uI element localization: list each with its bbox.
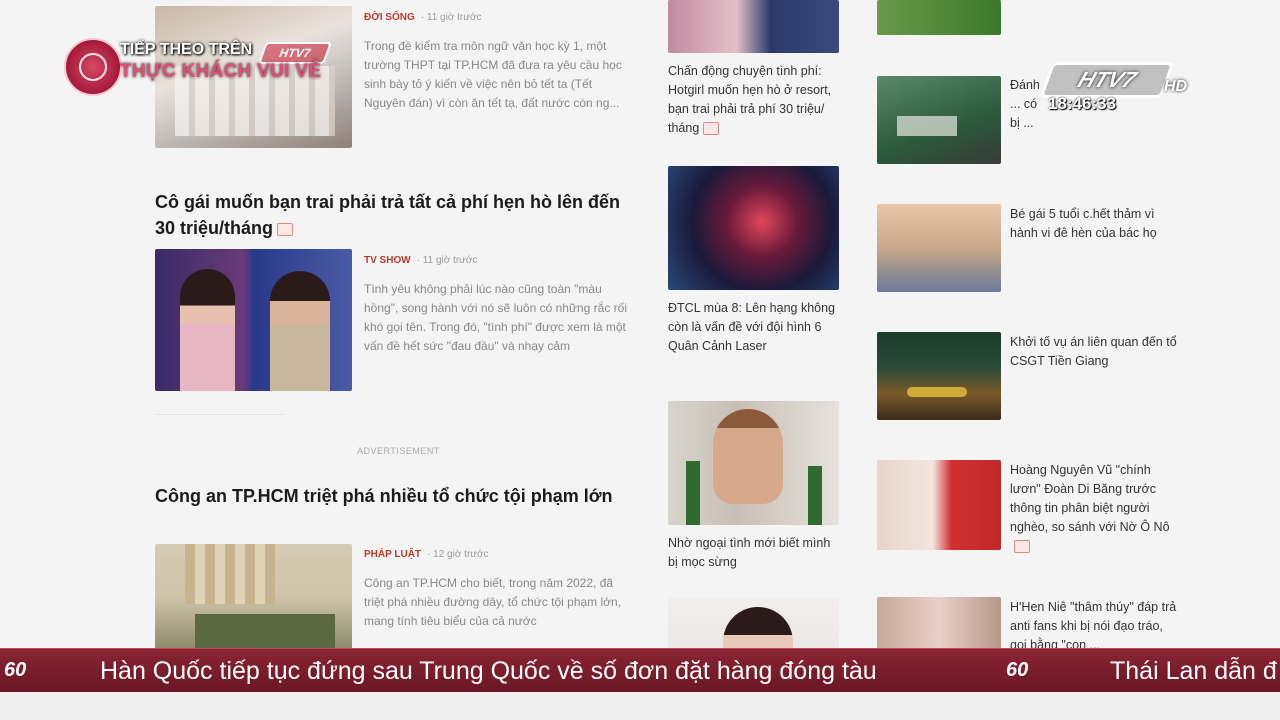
advertisement-label: ADVERTISEMENT [357,446,440,456]
article-title[interactable]: Cô gái muốn bạn trai phải trả tất cả phí… [155,189,625,241]
article-thumbnail[interactable] [877,204,1001,292]
bottom-strip [0,692,1280,720]
article-title[interactable]: Nhờ ngoại tình mới biết mình bị mọc sừng [668,534,838,572]
next-program-title: THỰC KHÁCH VUI VẺ [120,61,322,82]
article-meta: ĐỜI SỐNG · 11 giờ trước [364,12,482,23]
news-ticker: 60 Hàn Quốc tiếp tục đứng sau Trung Quốc… [0,648,1280,693]
article-thumbnail[interactable] [668,0,839,53]
article-meta: PHÁP LUẬT · 12 giờ trước [364,549,489,560]
next-program-label: TIẾP THEO TRÊN [120,41,253,58]
hd-badge: HD [1164,78,1188,95]
article-thumbnail[interactable] [668,401,839,525]
article-title[interactable]: Bé gái 5 tuổi c.hết thảm vì hành vi đê h… [1010,205,1180,243]
article-thumbnail[interactable] [155,544,352,650]
photo-icon [703,122,720,136]
article-thumbnail[interactable] [877,332,1001,420]
article-category[interactable]: ĐỜI SỐNG [364,12,415,23]
article-thumbnail[interactable] [155,249,352,391]
article-meta: TV SHOW · 11 giờ trước [364,255,478,266]
article-title[interactable]: Chấn động chuyện tình phí: Hotgirl muốn … [668,62,843,138]
program-logo-icon [64,38,122,96]
article-title[interactable]: H'Hen Niê "thâm thúy" đáp trả anti fans … [1010,598,1180,650]
article-title-text[interactable]: Cô gái muốn bạn trai phải trả tất cả phí… [155,192,620,238]
photo-icon [1014,540,1030,554]
ticker-headline: Thái Lan dẫn đ [1110,657,1277,685]
ticker-headline: Hàn Quốc tiếp tục đứng sau Trung Quốc về… [100,657,877,685]
article-thumbnail[interactable] [877,0,1001,35]
article-thumbnail[interactable] [877,460,1001,550]
article-title-text[interactable]: Hoàng Nguyên Vũ "chính lươn" Đoàn Di Băn… [1010,463,1170,534]
ticker-logo-icon: 60 [4,659,27,681]
article-title[interactable]: Công an TP.HCM triệt phá nhiều tổ chức t… [155,483,625,509]
article-title-text[interactable]: Chấn động chuyện tình phí: Hotgirl muốn … [668,64,831,135]
article-title[interactable]: ĐTCL mùa 8: Lên hạng không còn là vấn đề… [668,299,838,356]
article-summary: Công an TP.HCM cho biết, trong năm 2022,… [364,576,622,628]
divider [155,414,285,415]
article-summary: Tình yêu không phải lúc nào cũng toàn "m… [364,282,627,353]
article-title[interactable]: Khởi tố vụ án liên quan đến tổ CSGT Tiền… [1010,333,1180,371]
article-thumbnail[interactable] [877,76,1001,164]
photo-icon [277,222,294,236]
article-time: 11 giờ trước [422,255,478,266]
article-time: 12 giờ trước [433,549,489,560]
article-category[interactable]: TV SHOW [364,255,411,266]
article-summary: Trong đề kiểm tra môn ngữ văn học kỳ 1, … [364,39,622,110]
article-time: 11 giờ trước [426,12,482,23]
article-thumbnail[interactable] [668,166,839,290]
article-category[interactable]: PHÁP LUẬT [364,549,421,560]
channel-logo: HTV7 [1039,62,1175,98]
broadcast-clock: 18:46:33 [1048,94,1117,113]
article-title[interactable]: Hoàng Nguyên Vũ "chính lươn" Đoàn Di Băn… [1010,461,1180,556]
ticker-logo-icon: 60 [1006,659,1029,681]
